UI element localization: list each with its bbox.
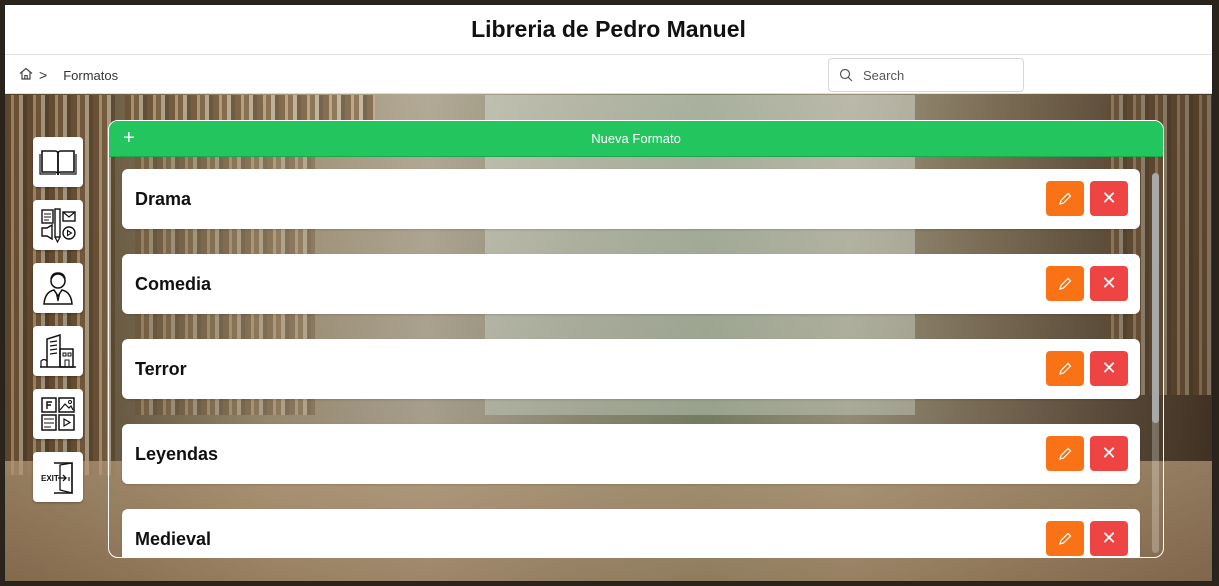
sidebar: EXIT [33, 137, 83, 515]
building-icon [40, 333, 76, 368]
breadcrumb-bar: > Formatos [5, 55, 1212, 94]
format-name: Drama [135, 189, 192, 209]
list-item: Comedia ✕ [122, 254, 1140, 314]
page-title: Libreria de Pedro Manuel [471, 16, 746, 42]
edit-button[interactable] [1046, 266, 1084, 301]
pencil-icon [1059, 192, 1072, 205]
pencil-icon [1059, 447, 1072, 460]
pencil-icon [1059, 532, 1072, 545]
edit-button[interactable] [1046, 436, 1084, 471]
list-scrollbar[interactable] [1152, 173, 1159, 553]
formats-list: Drama ✕ Comedia ✕ Terror ✕ Leyendas ✕ Me… [122, 169, 1140, 557]
book-icon [39, 150, 77, 176]
sidebar-item-publishers[interactable] [33, 326, 83, 376]
close-icon: ✕ [1101, 358, 1117, 378]
sidebar-item-exit[interactable]: EXIT [33, 452, 83, 502]
edit-button[interactable] [1046, 521, 1084, 556]
format-name: Comedia [135, 274, 212, 294]
list-item: Leyendas ✕ [122, 424, 1140, 484]
format-name: Medieval [135, 529, 212, 549]
genres-icon [41, 397, 75, 431]
scrollbar-thumb[interactable] [1152, 173, 1159, 423]
media-formats-icon [41, 208, 76, 244]
delete-button[interactable]: ✕ [1090, 436, 1128, 471]
app-header: Libreria de Pedro Manuel [5, 5, 1212, 55]
close-icon: ✕ [1101, 528, 1117, 548]
search-icon [839, 68, 853, 82]
exit-icon: EXIT [41, 462, 73, 494]
sidebar-item-authors[interactable] [33, 263, 83, 313]
search-box[interactable] [828, 58, 1024, 92]
pencil-icon [1059, 277, 1072, 290]
home-icon[interactable] [19, 67, 33, 83]
exit-text: EXIT [41, 474, 59, 483]
format-name: Leyendas [135, 444, 219, 464]
list-item: Medieval ✕ [122, 509, 1140, 557]
format-name: Terror [135, 359, 187, 379]
delete-button[interactable]: ✕ [1090, 266, 1128, 301]
delete-button[interactable]: ✕ [1090, 181, 1128, 216]
delete-button[interactable]: ✕ [1090, 351, 1128, 386]
sidebar-item-books[interactable] [33, 137, 83, 187]
formats-panel: + Nueva Formato Drama ✕ Comedia ✕ Terror… [108, 120, 1164, 558]
list-item: Drama ✕ [122, 169, 1140, 229]
edit-button[interactable] [1046, 181, 1084, 216]
close-icon: ✕ [1101, 188, 1117, 208]
close-icon: ✕ [1101, 443, 1117, 463]
pencil-icon [1059, 362, 1072, 375]
edit-button[interactable] [1046, 351, 1084, 386]
delete-button[interactable]: ✕ [1090, 521, 1128, 556]
sidebar-item-genres[interactable] [33, 389, 83, 439]
breadcrumb: > Formatos [19, 67, 118, 83]
sidebar-item-formats[interactable] [33, 200, 83, 250]
app-frame: Libreria de Pedro Manuel > Formatos Sear… [4, 4, 1213, 582]
breadcrumb-separator: > [39, 67, 48, 83]
new-format-label: Nueva Formato [591, 131, 681, 146]
search-input[interactable] [861, 66, 1015, 84]
list-item: Terror ✕ [122, 339, 1140, 399]
plus-icon: + [123, 127, 135, 149]
new-format-button[interactable]: + Nueva Formato [109, 121, 1163, 157]
author-icon [43, 272, 73, 305]
close-icon: ✕ [1101, 273, 1117, 293]
breadcrumb-current[interactable]: Formatos [63, 68, 118, 83]
